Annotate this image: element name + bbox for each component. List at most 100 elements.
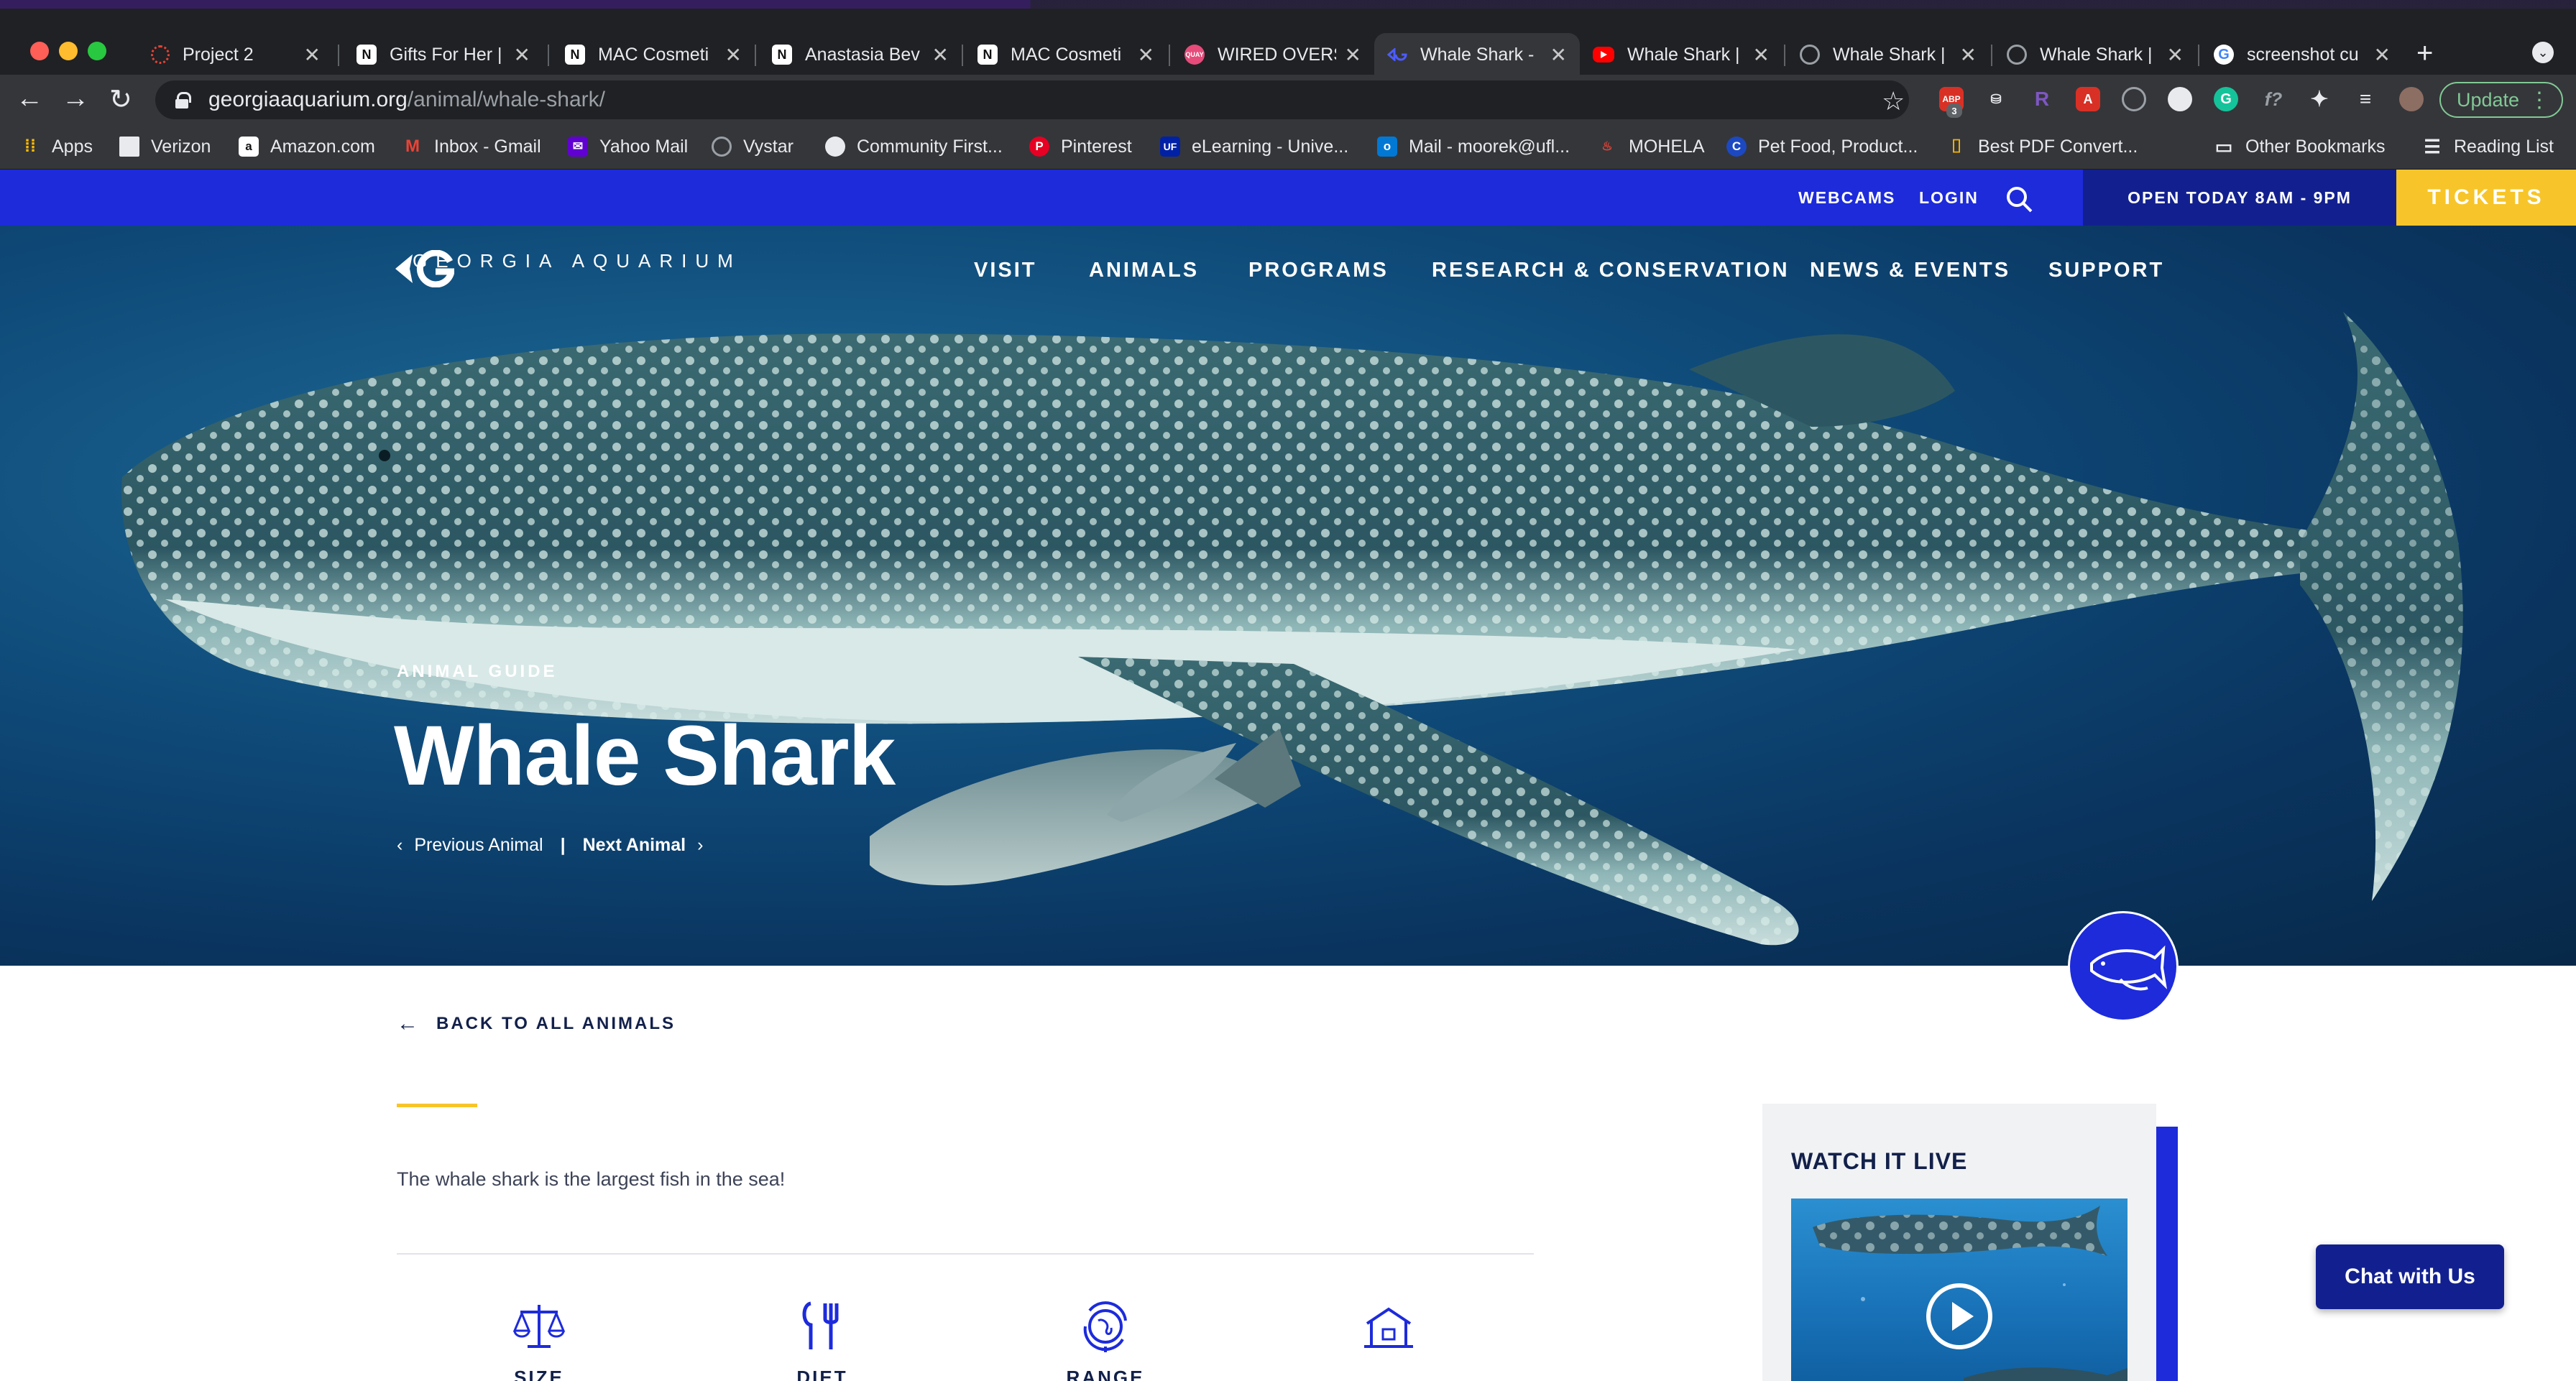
- utility-bar: WEBCAMS LOGIN OPEN TODAY 8AM - 9PM TICKE…: [0, 170, 2576, 226]
- tab-wired-overs[interactable]: QUAY WIRED OVERS ✕: [1172, 33, 1374, 76]
- bookmark-label: Other Bookmarks: [2245, 136, 2386, 157]
- reading-list-button[interactable]: ☰ Reading List: [2422, 132, 2554, 161]
- maximize-window-button[interactable]: [88, 42, 106, 60]
- tab-whale-shark-youtube[interactable]: Whale Shark | ✕: [1580, 33, 1782, 76]
- next-animal-link[interactable]: Next Animal: [583, 835, 686, 856]
- hours-banner: OPEN TODAY 8AM - 9PM: [2083, 170, 2396, 226]
- tab-gifts-for-her[interactable]: N Gifts For Her | ✕: [344, 33, 543, 76]
- profile-avatar[interactable]: [2399, 87, 2424, 111]
- bookmark-mohela[interactable]: ♨ MOHELA: [1597, 132, 1705, 161]
- bookmark-yahoo[interactable]: ✉ Yahoo Mail: [568, 132, 688, 161]
- close-tab-icon[interactable]: ✕: [514, 43, 530, 67]
- close-tab-icon[interactable]: ✕: [2374, 43, 2391, 67]
- bookmark-star-icon[interactable]: ☆: [1882, 86, 1905, 116]
- bookmark-gmail[interactable]: M Inbox - Gmail: [402, 132, 541, 161]
- tab-screenshot[interactable]: G screenshot cu ✕: [2201, 33, 2404, 76]
- tab-anastasia[interactable]: N Anastasia Bev ✕: [759, 33, 962, 76]
- back-arrow-icon[interactable]: ←: [16, 83, 43, 114]
- acrobat-extension-icon[interactable]: A: [2076, 87, 2100, 111]
- forward-arrow-icon[interactable]: →: [62, 83, 89, 114]
- new-tab-button[interactable]: +: [2416, 37, 2433, 70]
- close-window-button[interactable]: [30, 42, 49, 60]
- url-host: georgiaaquarium.org: [208, 88, 408, 111]
- bookmark-elearning[interactable]: UF eLearning - Unive...: [1160, 132, 1348, 161]
- browser-toolbar: ← → ↻ georgiaaquarium.org /animal/whale-…: [0, 75, 2576, 124]
- nav-news-events[interactable]: NEWS & EVENTS: [1810, 259, 2010, 282]
- chevron-left-icon[interactable]: ‹: [397, 835, 402, 856]
- play-icon[interactable]: [1926, 1283, 1992, 1349]
- formula-extension-icon[interactable]: f?: [2261, 87, 2286, 111]
- close-tab-icon[interactable]: ✕: [725, 43, 742, 67]
- bookmark-community-first[interactable]: Community First...: [825, 132, 1003, 161]
- reload-icon[interactable]: ↻: [109, 83, 132, 116]
- circle-extension-icon[interactable]: [2122, 87, 2146, 111]
- extensions-puzzle-icon[interactable]: ✦: [2307, 87, 2332, 111]
- extension-puzzle-alt-icon[interactable]: ⛁: [1984, 87, 2008, 111]
- bookmark-label: Apps: [52, 136, 93, 157]
- close-tab-icon[interactable]: ✕: [304, 43, 321, 67]
- bookmark-pinterest[interactable]: P Pinterest: [1029, 132, 1132, 161]
- previous-animal-link[interactable]: Previous Animal: [414, 835, 543, 856]
- fact-size: SIZE: [467, 1299, 611, 1381]
- url-path: /animal/whale-shark/: [407, 88, 605, 111]
- chevron-right-icon[interactable]: ›: [697, 835, 703, 856]
- tab-title: Whale Shark -: [1420, 44, 1535, 65]
- tab-whale-shark-active[interactable]: Whale Shark - ✕: [1374, 33, 1580, 76]
- bookmark-label: Community First...: [857, 136, 1003, 157]
- nav-visit[interactable]: VISIT: [974, 259, 1037, 282]
- update-button[interactable]: Update ⋮: [2439, 82, 2563, 118]
- mac-menu-bar: [0, 0, 2576, 9]
- address-bar[interactable]: georgiaaquarium.org /animal/whale-shark/: [155, 80, 1909, 119]
- tab-whale-shark-4[interactable]: Whale Shark | ✕: [1994, 33, 2196, 76]
- nav-animals[interactable]: ANIMALS: [1089, 259, 1199, 282]
- bookmark-outlook-mail[interactable]: o Mail - moorek@ufl...: [1377, 132, 1570, 161]
- bookmark-pdf-converter[interactable]: ⌷ Best PDF Convert...: [1946, 132, 2138, 161]
- apps-grid-icon: ⁞⁞: [24, 137, 36, 156]
- tickets-button[interactable]: TICKETS: [2396, 170, 2576, 226]
- bookmark-label: eLearning - Unive...: [1192, 136, 1349, 157]
- bookmark-label: MOHELA: [1629, 136, 1705, 157]
- other-bookmarks-folder[interactable]: ▭ Other Bookmarks: [2214, 132, 2386, 161]
- login-link[interactable]: LOGIN: [1919, 188, 1979, 208]
- back-link-label: BACK TO ALL ANIMALS: [436, 1014, 676, 1033]
- tab-title: MAC Cosmeti: [598, 44, 709, 65]
- search-icon[interactable]: [2005, 185, 2033, 213]
- divider: |: [560, 835, 566, 855]
- close-tab-icon[interactable]: ✕: [2167, 43, 2184, 67]
- tab-search-chevron-icon[interactable]: ⌄: [2532, 42, 2554, 63]
- close-tab-icon[interactable]: ✕: [1753, 43, 1770, 67]
- pdf-icon: ⌷: [1951, 135, 1962, 157]
- nav-support[interactable]: SUPPORT: [2048, 259, 2164, 282]
- grammarly-icon[interactable]: G: [2214, 87, 2238, 111]
- update-label: Update: [2457, 88, 2520, 111]
- tab-mac-cosmetics-2[interactable]: N MAC Cosmeti ✕: [965, 33, 1167, 76]
- bookmark-vystar[interactable]: Vystar: [712, 132, 794, 161]
- close-tab-icon[interactable]: ✕: [1138, 43, 1154, 67]
- nav-research-conservation[interactable]: RESEARCH & CONSERVATION: [1432, 259, 1790, 282]
- tab-whale-shark-3[interactable]: Whale Shark | ✕: [1787, 33, 1990, 76]
- bookmark-amazon[interactable]: a Amazon.com: [239, 132, 375, 161]
- nav-programs[interactable]: PROGRAMS: [1248, 259, 1389, 282]
- bookmark-chewy[interactable]: C Pet Food, Product...: [1726, 132, 1918, 161]
- fact-label: RANGE: [1066, 1367, 1145, 1381]
- more-menu-icon[interactable]: ⋮: [2529, 88, 2550, 113]
- tab-project-2[interactable]: Project 2 ✕: [138, 33, 334, 76]
- bookmark-apps[interactable]: ⁞⁞ Apps: [20, 132, 93, 161]
- minimize-window-button[interactable]: [59, 42, 78, 60]
- georgia-aquarium-logo[interactable]: GEORGIA AQUARIUM: [394, 250, 742, 287]
- r-extension-icon[interactable]: R: [2030, 87, 2054, 111]
- close-tab-icon[interactable]: ✕: [1960, 43, 1977, 67]
- ghost-extension-icon[interactable]: [2168, 87, 2192, 111]
- webcams-link[interactable]: WEBCAMS: [1798, 188, 1895, 208]
- chat-with-us-button[interactable]: Chat with Us: [2316, 1244, 2504, 1309]
- tab-mac-cosmetics[interactable]: N MAC Cosmeti ✕: [552, 33, 755, 76]
- globe-range-icon: [1083, 1301, 1127, 1352]
- close-tab-icon[interactable]: ✕: [1345, 43, 1361, 67]
- back-to-all-animals-link[interactable]: ← BACK TO ALL ANIMALS: [397, 1012, 676, 1036]
- close-tab-icon[interactable]: ✕: [1550, 43, 1567, 67]
- media-queue-icon[interactable]: ≡: [2353, 87, 2378, 111]
- scale-icon: [512, 1305, 566, 1348]
- bookmark-verizon[interactable]: Verizon: [119, 132, 211, 161]
- fact-label: SIZE: [514, 1367, 564, 1381]
- close-tab-icon[interactable]: ✕: [932, 43, 949, 67]
